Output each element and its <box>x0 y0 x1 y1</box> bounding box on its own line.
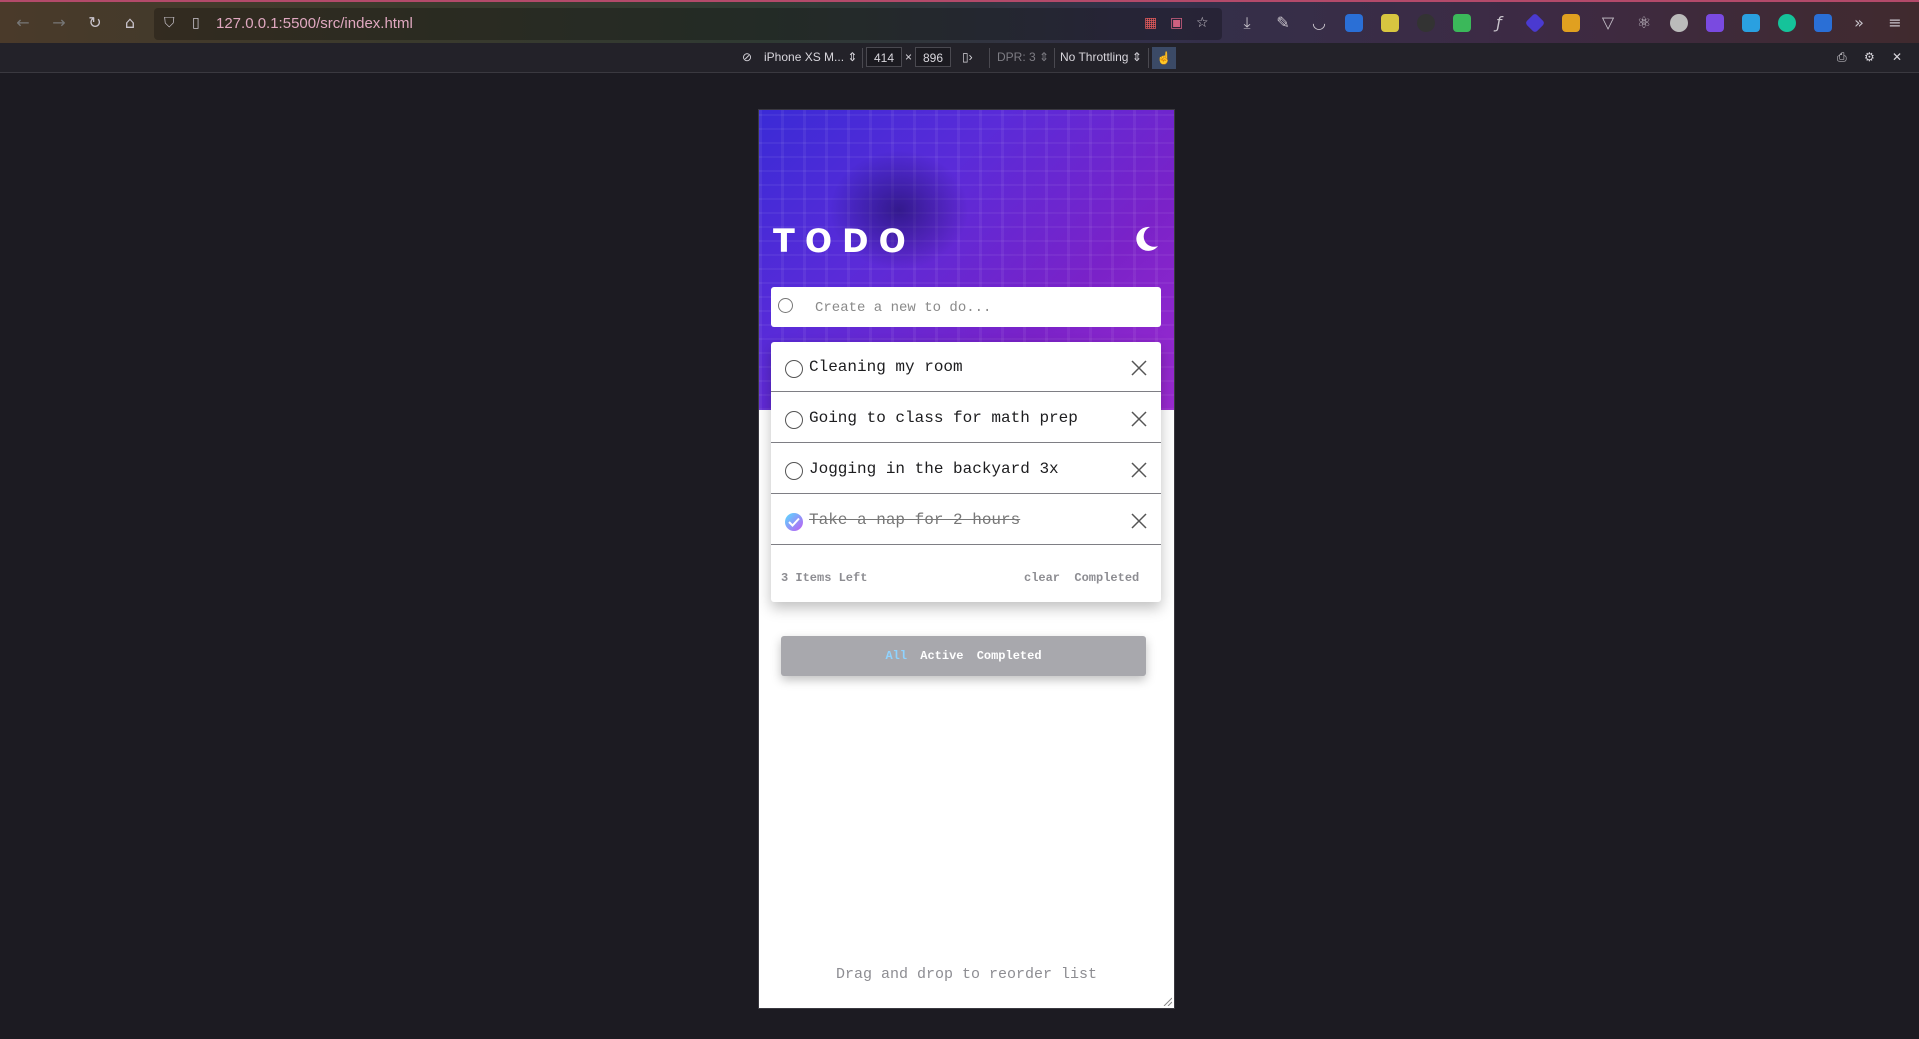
formula-icon[interactable]: ƒ <box>1488 12 1510 34</box>
extension-icon[interactable] <box>1742 14 1760 32</box>
divider <box>989 48 990 68</box>
list-footer: 3 Items Left clear Completed <box>771 562 1161 602</box>
filter-bar: All Active Completed <box>781 636 1146 676</box>
wrench-icon[interactable]: ✎ <box>1272 12 1294 34</box>
new-todo-circle-icon[interactable] <box>778 298 793 313</box>
moon-icon[interactable] <box>1131 224 1161 254</box>
download-icon[interactable]: ⤓ <box>1236 12 1258 34</box>
pocket-icon[interactable]: ◡ <box>1308 12 1330 34</box>
height-input[interactable]: 896 <box>915 47 951 67</box>
grammarly-icon[interactable] <box>1778 14 1796 32</box>
throttling-select[interactable]: No Throttling ⇕ <box>1060 50 1142 64</box>
todo-text: Jogging in the backyard 3x <box>809 460 1059 478</box>
todo-checkbox-checked[interactable] <box>785 513 803 531</box>
delete-icon[interactable] <box>1130 359 1148 377</box>
extension-icon[interactable] <box>1524 12 1546 34</box>
todo-item-completed[interactable]: Take a nap for 2 hours <box>771 495 1161 545</box>
overflow-chevron-icon[interactable]: » <box>1848 12 1870 34</box>
device-select[interactable]: iPhone XS M... ⇕ <box>764 50 857 64</box>
flag-icon[interactable]: ▦ <box>1144 15 1157 31</box>
extension-icon[interactable] <box>1417 14 1435 32</box>
close-rdm-icon[interactable]: ✕ <box>1892 50 1902 64</box>
todo-item[interactable]: Going to class for math prep <box>771 393 1161 443</box>
bookmark-star-icon[interactable]: ☆ <box>1196 15 1209 31</box>
extension-icon[interactable] <box>1381 14 1399 32</box>
screenshot-icon[interactable]: ⎙ <box>1837 50 1847 65</box>
todo-item[interactable]: Cleaning my room <box>771 342 1161 392</box>
device-viewport: TODO Cleaning my room Going to class for… <box>758 109 1175 1009</box>
rotate-icon[interactable]: ▯› <box>962 50 973 64</box>
divider <box>1054 48 1055 68</box>
checkmark-icon <box>788 517 800 527</box>
todo-list: Cleaning my room Going to class for math… <box>771 342 1161 602</box>
extension-icon[interactable] <box>1562 14 1580 32</box>
reorder-hint: Drag and drop to reorder list <box>835 966 1098 983</box>
extension-icon[interactable] <box>1706 14 1724 32</box>
todo-item[interactable]: Jogging in the backyard 3x <box>771 444 1161 494</box>
url-text[interactable]: 127.0.0.1:5500/src/index.html <box>216 15 413 32</box>
filter-completed-button[interactable]: Completed <box>977 649 1042 663</box>
back-icon[interactable]: ← <box>12 12 34 34</box>
todo-text: Cleaning my room <box>809 358 963 376</box>
extension-icon[interactable] <box>1345 14 1363 32</box>
width-input[interactable]: 414 <box>866 47 902 67</box>
url-bar[interactable]: ⛉ ▯ 127.0.0.1:5500/src/index.html ▦ ▣ ☆ <box>154 8 1222 40</box>
shield-extension-icon[interactable] <box>1453 14 1471 32</box>
todo-checkbox[interactable] <box>785 411 803 429</box>
delete-icon[interactable] <box>1130 461 1148 479</box>
shield-icon[interactable]: ⛉ <box>164 15 175 31</box>
todo-checkbox[interactable] <box>785 462 803 480</box>
times-sign: × <box>905 50 913 64</box>
app-title: TODO <box>773 222 916 260</box>
filter-active-button[interactable]: Active <box>920 649 963 663</box>
new-todo-input[interactable] <box>813 297 1147 319</box>
divider <box>862 48 863 68</box>
translate-extension-icon[interactable] <box>1814 14 1832 32</box>
page-icon: ▯ <box>192 15 200 31</box>
reload-icon[interactable]: ↻ <box>84 12 106 34</box>
delete-icon[interactable] <box>1130 410 1148 428</box>
translate-icon[interactable]: ▣ <box>1170 15 1183 31</box>
new-todo-box[interactable] <box>771 287 1161 327</box>
resize-handle-icon[interactable] <box>1162 996 1172 1006</box>
delete-icon[interactable] <box>1130 512 1148 530</box>
settings-gear-icon[interactable]: ⚙ <box>1864 50 1875 64</box>
todo-text: Take a nap for 2 hours <box>809 511 1021 529</box>
todo-text: Going to class for math prep <box>809 409 1078 427</box>
home-icon[interactable]: ⌂ <box>119 12 141 34</box>
clear-completed-button[interactable]: clear Completed <box>1024 571 1139 585</box>
device-icon: ⊘ <box>742 50 753 64</box>
divider <box>1148 48 1149 68</box>
responsive-design-bar: ⊘ iPhone XS M... ⇕ 414 × 896 ▯› DPR: 3 ⇕… <box>0 43 1919 73</box>
todo-checkbox[interactable] <box>785 360 803 378</box>
filter-all-button[interactable]: All <box>885 649 907 663</box>
browser-toolbar: ← → ↻ ⌂ ⛉ ▯ 127.0.0.1:5500/src/index.htm… <box>0 0 1919 43</box>
react-icon[interactable]: ⚛ <box>1633 12 1655 34</box>
extension-icon[interactable] <box>1670 14 1688 32</box>
items-left-count: 3 Items Left <box>781 571 868 585</box>
touch-simulation-icon[interactable]: ☝ <box>1152 47 1176 69</box>
dpr-select[interactable]: DPR: 3 ⇕ <box>997 50 1049 64</box>
forward-icon[interactable]: → <box>48 12 70 34</box>
menu-icon[interactable]: ≡ <box>1884 12 1906 34</box>
vue-icon[interactable]: ▽ <box>1597 12 1619 34</box>
